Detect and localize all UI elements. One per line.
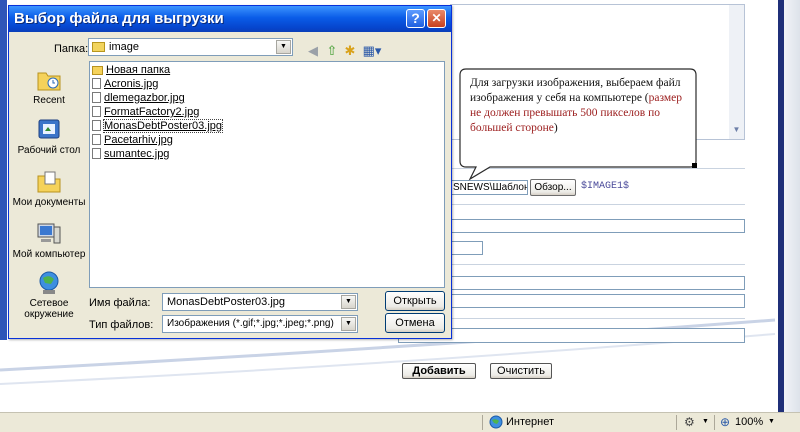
places-recent[interactable]: Recent xyxy=(9,67,89,106)
form-field[interactable] xyxy=(450,241,483,255)
network-globe-icon xyxy=(39,271,59,294)
chevron-down-icon[interactable]: ▼ xyxy=(341,317,356,331)
status-bar: Интернет ⚙ ▼ ⊕ 100% ▼ xyxy=(0,412,800,432)
new-folder-icon[interactable]: ✱ xyxy=(342,43,358,59)
filetype-value: Изображения (*.gif;*.jpg;*.jpeg;*.png) xyxy=(167,318,334,329)
places-computer[interactable]: Мой компьютер xyxy=(9,221,89,260)
protected-mode-icon[interactable]: ⚙ xyxy=(684,415,695,429)
folder-icon xyxy=(92,42,105,52)
list-item[interactable]: Pacetarhiv.jpg xyxy=(92,134,173,147)
clear-button[interactable]: Очистить xyxy=(490,363,552,379)
file-dialog: Выбор файла для выгрузки ? ✕ Папка: imag… xyxy=(8,5,452,339)
list-item[interactable]: sumantec.jpg xyxy=(92,148,169,161)
status-separator xyxy=(714,415,715,430)
divider xyxy=(450,264,745,265)
callout-tail-text: ) xyxy=(553,122,558,134)
security-zone-label: Интернет xyxy=(506,416,554,428)
cancel-button[interactable]: Отмена xyxy=(385,313,445,333)
form-field[interactable] xyxy=(450,219,745,233)
filename-combo[interactable]: MonasDebtPoster03.jpg ▼ xyxy=(162,293,358,311)
places-desktop[interactable]: Рабочий стол xyxy=(9,117,89,156)
list-item[interactable]: dlemegazbor.jpg xyxy=(92,92,185,105)
status-separator xyxy=(482,415,483,430)
zoom-level[interactable]: 100% xyxy=(735,416,763,428)
image-file-icon xyxy=(92,106,101,117)
globe-icon xyxy=(489,415,503,429)
chevron-down-icon[interactable]: ▼ xyxy=(702,418,709,425)
view-menu-icon[interactable]: ▦▾ xyxy=(361,43,383,59)
desktop-icon xyxy=(38,119,60,139)
back-icon[interactable]: ◀ xyxy=(305,43,321,59)
image-file-icon xyxy=(92,120,101,131)
places-computer-label: Мой компьютер xyxy=(12,249,86,260)
image-file-icon xyxy=(92,92,101,103)
documents-folder-icon xyxy=(37,171,61,193)
places-bar: Recent Рабочий стол Мои документы Мой ко… xyxy=(9,61,89,321)
list-item[interactable]: Acronis.jpg xyxy=(92,78,158,91)
list-item[interactable]: Новая папка xyxy=(92,64,170,77)
list-item[interactable]: MonasDebtPoster03.jpg xyxy=(92,119,224,133)
places-desktop-label: Рабочий стол xyxy=(17,145,81,156)
places-documents[interactable]: Мои документы xyxy=(9,169,89,208)
divider xyxy=(450,204,745,205)
chevron-down-icon[interactable]: ▼ xyxy=(276,40,291,54)
filename-label: Имя файла: xyxy=(89,297,151,309)
list-item[interactable]: FormatFactory2.jpg xyxy=(92,106,199,119)
look-in-value: image xyxy=(109,41,139,53)
scroll-down-icon[interactable]: ▼ xyxy=(731,125,742,137)
close-button[interactable]: ✕ xyxy=(427,9,446,28)
places-network[interactable]: Сетевое окружение xyxy=(9,270,89,320)
dialog-titlebar[interactable]: Выбор файла для выгрузки ? ✕ xyxy=(9,6,451,32)
look-in-combo[interactable]: image ▼ xyxy=(88,38,293,56)
add-button[interactable]: Добавить xyxy=(402,363,476,379)
zoom-icon[interactable]: ⊕ xyxy=(720,415,730,429)
image-file-icon xyxy=(92,134,101,145)
form-field[interactable] xyxy=(450,294,745,308)
computer-icon xyxy=(37,223,61,244)
filetype-combo[interactable]: Изображения (*.gif;*.jpg;*.jpeg;*.png) ▼ xyxy=(162,315,358,333)
page-left-border xyxy=(0,0,7,340)
recent-folder-icon xyxy=(37,72,61,91)
filetype-label: Тип файлов: xyxy=(89,319,154,331)
filename-value: MonasDebtPoster03.jpg xyxy=(167,296,286,308)
places-recent-label: Recent xyxy=(33,95,65,106)
status-separator xyxy=(676,415,677,430)
places-documents-label: Мои документы xyxy=(12,197,86,208)
folder-icon xyxy=(92,66,103,75)
dialog-title: Выбор файла для выгрузки xyxy=(14,10,224,27)
open-button[interactable]: Открыть xyxy=(385,291,445,311)
places-network-label: Сетевое окружение xyxy=(24,298,74,320)
textarea-scrollbar[interactable]: ▼ xyxy=(729,5,744,139)
look-in-label: Папка: xyxy=(54,43,89,55)
callout-text: Для загрузки изображения, выбераем файл … xyxy=(470,76,688,136)
chevron-down-icon[interactable]: ▼ xyxy=(341,295,356,309)
form-field[interactable] xyxy=(450,276,745,290)
zoom-chevron-icon[interactable]: ▼ xyxy=(768,418,775,425)
up-folder-icon[interactable]: ⇧ xyxy=(324,43,340,59)
image-file-icon xyxy=(92,78,101,89)
divider xyxy=(450,318,745,319)
image-file-icon xyxy=(92,148,101,159)
file-list[interactable]: Новая папка Acronis.jpg dlemegazbor.jpg … xyxy=(89,61,445,288)
help-button[interactable]: ? xyxy=(406,9,425,28)
